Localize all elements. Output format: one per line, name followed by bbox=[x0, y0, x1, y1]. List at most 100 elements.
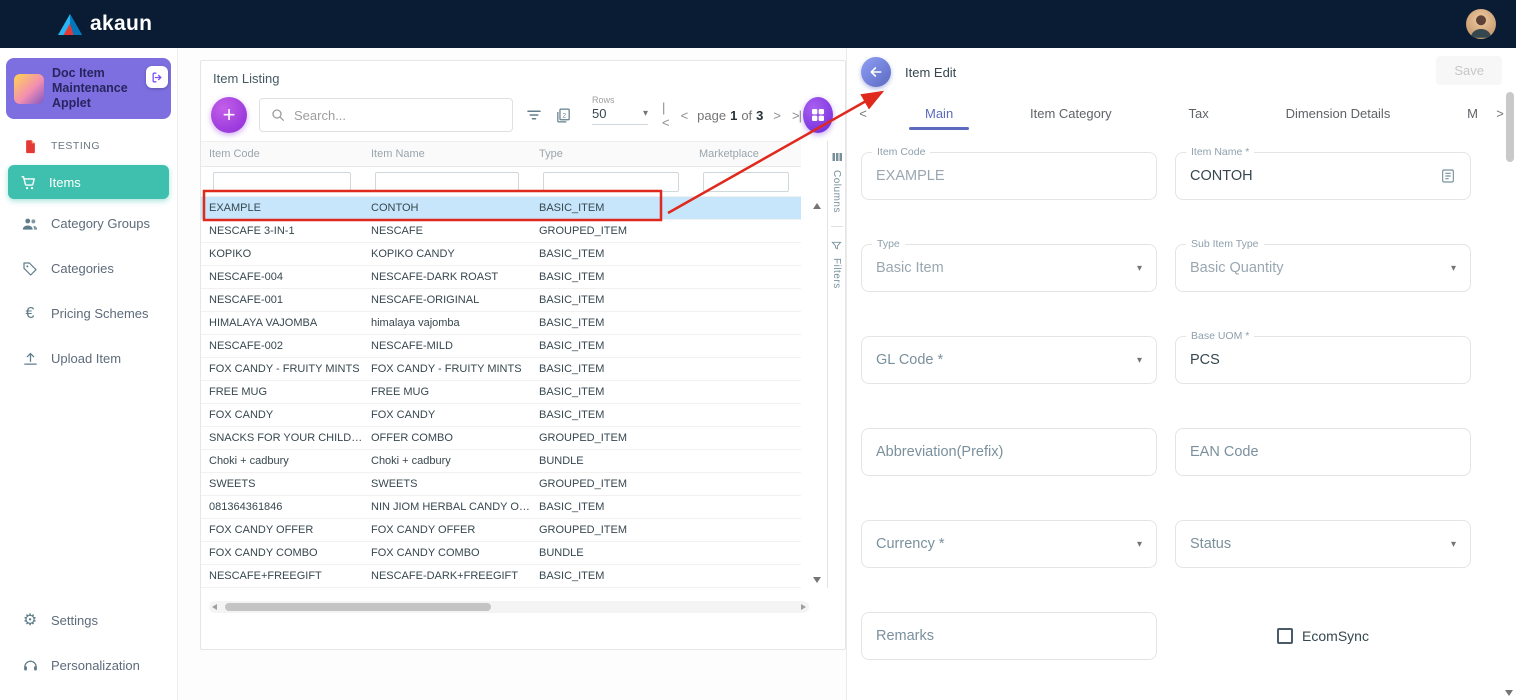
checkbox-box[interactable] bbox=[1277, 628, 1293, 644]
table-row[interactable]: NESCAFE-001NESCAFE-ORIGINALBASIC_ITEM bbox=[201, 289, 801, 312]
tab-dimension-details[interactable]: Dimension Details bbox=[1278, 98, 1399, 129]
filters-strip-tab[interactable]: Filters bbox=[831, 258, 842, 289]
first-page-button[interactable]: |< bbox=[660, 100, 671, 130]
columns-icon[interactable] bbox=[831, 151, 843, 163]
search-box[interactable] bbox=[259, 98, 513, 132]
tab-m[interactable]: M bbox=[1459, 98, 1486, 129]
item-name-field[interactable]: Item Name * CONTOH bbox=[1175, 152, 1471, 200]
column-header-item-code[interactable]: Item Code bbox=[201, 148, 363, 160]
table-row[interactable]: FOX CANDY COMBOFOX CANDY COMBOBUNDLE bbox=[201, 542, 801, 565]
filters-icon[interactable] bbox=[831, 240, 842, 251]
table-row[interactable]: HIMALAYA VAJOMBAhimalaya vajombaBASIC_IT… bbox=[201, 312, 801, 335]
tabs-scroll-left-chevron[interactable]: < bbox=[855, 106, 871, 121]
columns-strip-tab[interactable]: Columns bbox=[831, 170, 842, 213]
cell-item-code: NESCAFE+FREEGIFT bbox=[201, 570, 363, 582]
table-row[interactable]: FOX CANDY OFFERFOX CANDY OFFERGROUPED_IT… bbox=[201, 519, 801, 542]
sidebar-item-settings[interactable]: ⚙Settings bbox=[0, 598, 177, 643]
sidebar-item-items[interactable]: Items bbox=[8, 165, 169, 199]
editor-scrollbar[interactable] bbox=[1506, 92, 1514, 692]
sidebar-item-upload-item[interactable]: Upload Item bbox=[0, 336, 177, 381]
user-avatar-button[interactable] bbox=[1466, 9, 1496, 39]
headset-icon bbox=[20, 657, 40, 674]
horizontal-scrollbar[interactable] bbox=[209, 601, 809, 613]
prev-page-button[interactable]: < bbox=[679, 108, 690, 123]
last-page-button[interactable]: >| bbox=[790, 108, 803, 123]
cell-item-code: FOX CANDY - FRUITY MINTS bbox=[201, 363, 363, 375]
ecomsync-checkbox[interactable]: EcomSync bbox=[1175, 612, 1471, 660]
scroll-left-arrow[interactable] bbox=[212, 604, 217, 610]
sidebar-item-personalization[interactable]: Personalization bbox=[0, 643, 177, 688]
table-row[interactable]: NESCAFE+FREEGIFTNESCAFE-DARK+FREEGIFTBAS… bbox=[201, 565, 801, 588]
table-row[interactable]: SNACKS FOR YOUR CHILD !! D...OFFER COMBO… bbox=[201, 427, 801, 450]
table-scroll-up-arrow[interactable] bbox=[813, 203, 821, 209]
filter-input-type[interactable] bbox=[543, 172, 679, 192]
editor-scroll-down-arrow[interactable] bbox=[1505, 690, 1513, 696]
type-field[interactable]: Type Basic Item ▾ bbox=[861, 244, 1157, 292]
column-header-marketplace[interactable]: Marketplace bbox=[691, 148, 801, 160]
table-row[interactable]: NESCAFE-004NESCAFE-DARK ROASTBASIC_ITEM bbox=[201, 266, 801, 289]
page-indicator: page 1 of 3 bbox=[697, 108, 763, 123]
grid-view-button[interactable] bbox=[803, 97, 833, 133]
rows-per-page-select[interactable]: Rows 50 ▾ bbox=[592, 106, 648, 125]
ean-code-field[interactable]: EAN Code bbox=[1175, 428, 1471, 476]
sub-item-type-field[interactable]: Sub Item Type Basic Quantity ▾ bbox=[1175, 244, 1471, 292]
remarks-field[interactable]: Remarks bbox=[861, 612, 1157, 660]
gear-icon: ⚙ bbox=[20, 613, 40, 629]
column-header-item-name[interactable]: Item Name bbox=[363, 148, 531, 160]
column-header-type[interactable]: Type bbox=[531, 148, 691, 160]
filter-input-marketplace[interactable] bbox=[703, 172, 789, 192]
search-input[interactable] bbox=[294, 108, 502, 123]
cell-type: BASIC_ITEM bbox=[531, 386, 691, 398]
tab-tax[interactable]: Tax bbox=[1181, 98, 1217, 129]
tab-main[interactable]: Main bbox=[917, 98, 961, 129]
filter-list-icon bbox=[525, 106, 543, 124]
table-row[interactable]: FOX CANDY - FRUITY MINTSFOX CANDY - FRUI… bbox=[201, 358, 801, 381]
status-field[interactable]: Status ▾ bbox=[1175, 520, 1471, 568]
back-button[interactable] bbox=[861, 57, 891, 87]
filter-input-item-code[interactable] bbox=[213, 172, 351, 192]
pages-button[interactable]: 2 bbox=[555, 107, 572, 124]
abbreviation-field[interactable]: Abbreviation(Prefix) bbox=[861, 428, 1157, 476]
table-row[interactable]: Choki + cadburyChoki + cadburyBUNDLE bbox=[201, 450, 801, 473]
currency-field[interactable]: Currency * ▾ bbox=[861, 520, 1157, 568]
cell-item-code: FOX CANDY OFFER bbox=[201, 524, 363, 536]
table-row[interactable]: EXAMPLECONTOHBASIC_ITEM bbox=[201, 197, 801, 220]
table-scroll-down-arrow[interactable] bbox=[813, 577, 821, 583]
tab-item-category[interactable]: Item Category bbox=[1022, 98, 1120, 129]
sidebar: Doc Item Maintenance Applet TESTINGItems… bbox=[0, 48, 178, 700]
filter-list-button[interactable] bbox=[525, 106, 543, 124]
table-row[interactable]: FREE MUGFREE MUGBASIC_ITEM bbox=[201, 381, 801, 404]
brand-logo[interactable]: akaun bbox=[58, 12, 152, 36]
sidebar-item-category-groups[interactable]: Category Groups bbox=[0, 201, 177, 246]
table-row[interactable]: NESCAFE-002NESCAFE-MILDBASIC_ITEM bbox=[201, 335, 801, 358]
gl-code-field[interactable]: GL Code * ▾ bbox=[861, 336, 1157, 384]
horizontal-scroll-thumb[interactable] bbox=[225, 603, 491, 611]
pagination: |< < page 1 of 3 > >| bbox=[660, 100, 803, 130]
base-uom-field[interactable]: Base UOM * PCS bbox=[1175, 336, 1471, 384]
filter-input-item-name[interactable] bbox=[375, 172, 519, 192]
table-row[interactable]: 081364361846NIN JIOM HERBAL CANDY ORI...… bbox=[201, 496, 801, 519]
cell-type: BASIC_ITEM bbox=[531, 570, 691, 582]
sidebar-item-pricing-schemes[interactable]: €Pricing Schemes bbox=[0, 291, 177, 336]
cell-type: GROUPED_ITEM bbox=[531, 432, 691, 444]
save-button[interactable]: Save bbox=[1436, 56, 1502, 85]
cell-item-code: HIMALAYA VAJOMBA bbox=[201, 317, 363, 329]
scroll-right-arrow[interactable] bbox=[801, 604, 806, 610]
notes-icon[interactable] bbox=[1440, 168, 1456, 184]
editor-scroll-thumb[interactable] bbox=[1506, 92, 1514, 162]
listing-toolbar: + 2 Rows bbox=[201, 89, 845, 141]
sidebar-item-testing[interactable]: TESTING bbox=[0, 129, 177, 163]
cell-type: BASIC_ITEM bbox=[531, 294, 691, 306]
exit-applet-button[interactable] bbox=[146, 66, 168, 88]
table-row[interactable]: KOPIKOKOPIKO CANDYBASIC_ITEM bbox=[201, 243, 801, 266]
editor-tabs: Main Item Category Tax Dimension Details M bbox=[871, 96, 1492, 130]
next-page-button[interactable]: > bbox=[771, 108, 782, 123]
sidebar-item-categories[interactable]: Categories bbox=[0, 246, 177, 291]
table-row[interactable]: SWEETSSWEETSGROUPED_ITEM bbox=[201, 473, 801, 496]
table-row[interactable]: NESCAFE 3-IN-1NESCAFEGROUPED_ITEM bbox=[201, 220, 801, 243]
filter-cell bbox=[363, 172, 531, 192]
table-row[interactable]: FOX CANDYFOX CANDYBASIC_ITEM bbox=[201, 404, 801, 427]
item-code-field[interactable]: Item Code EXAMPLE bbox=[861, 152, 1157, 200]
add-item-button[interactable]: + bbox=[211, 97, 247, 133]
editor-header: Item Edit Save bbox=[847, 48, 1516, 96]
